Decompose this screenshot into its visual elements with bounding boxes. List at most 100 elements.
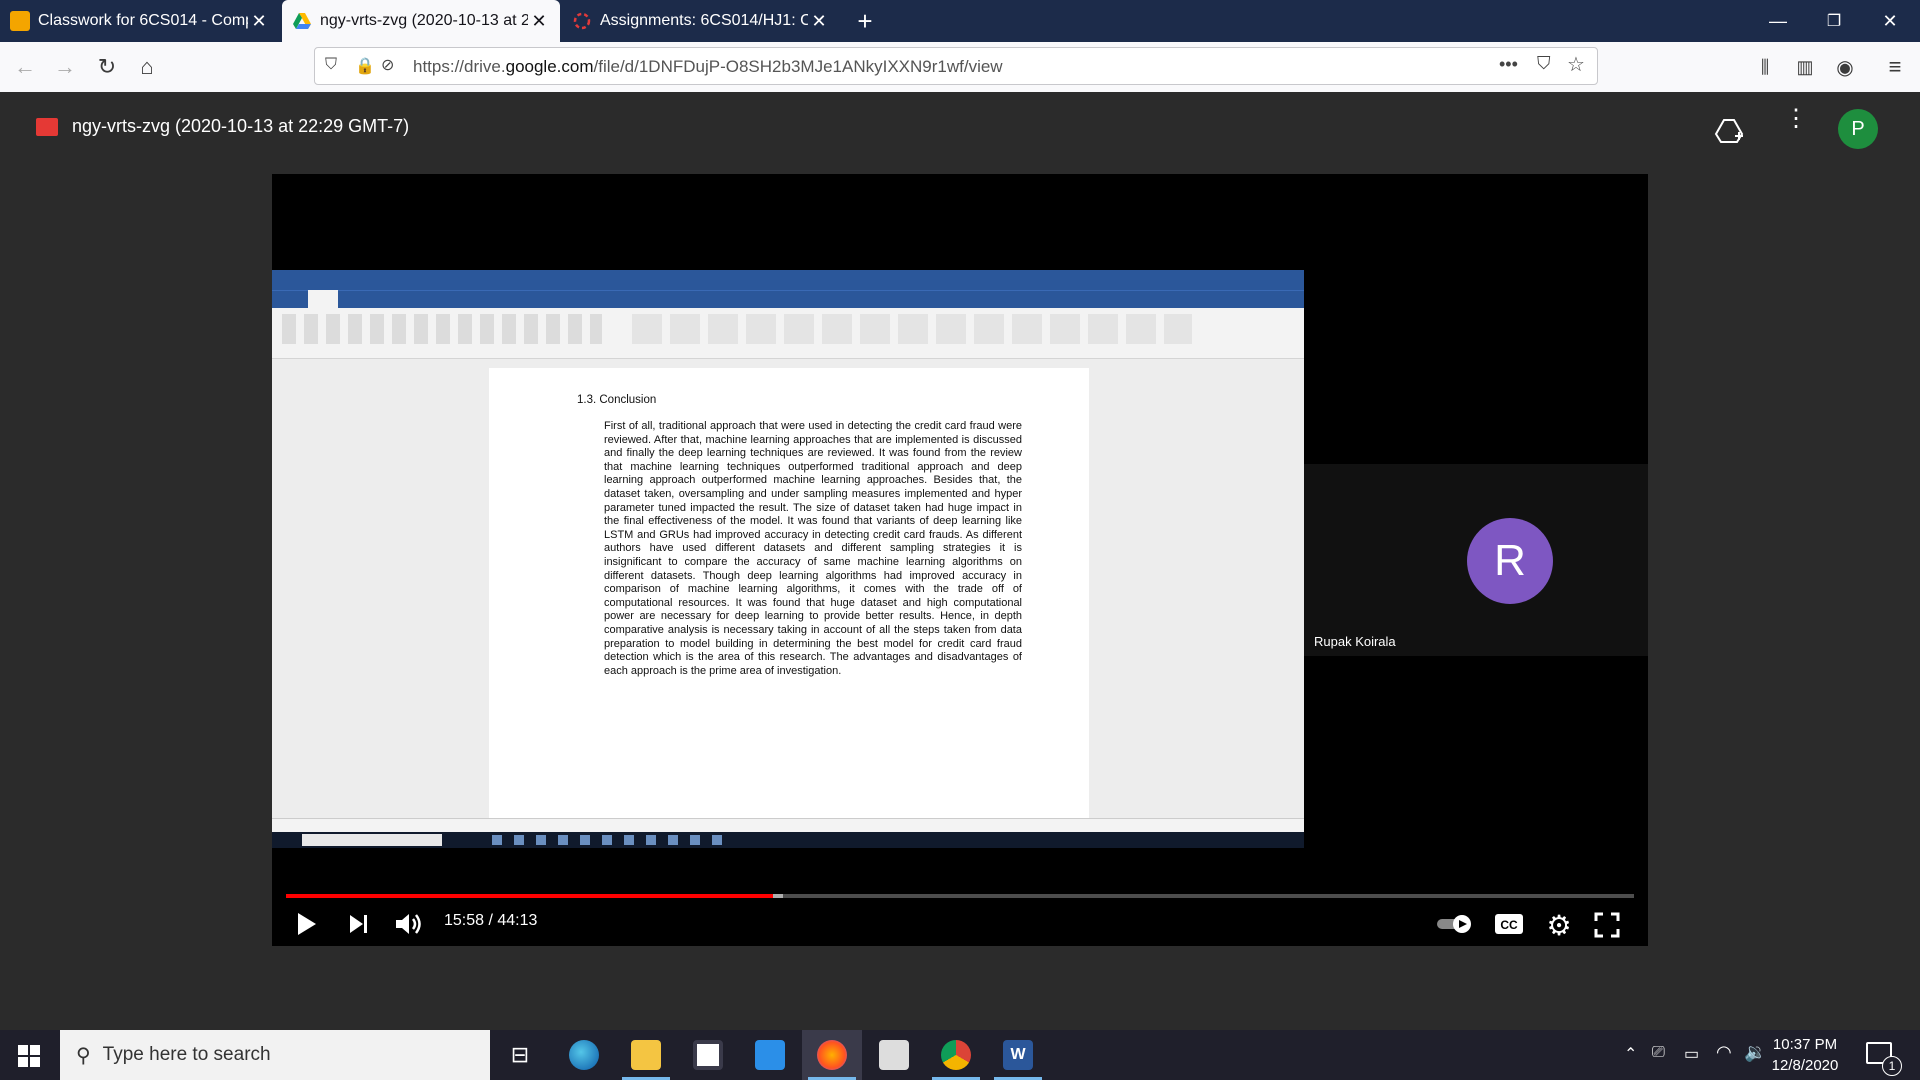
word-status-bar	[272, 818, 1304, 833]
menu-icon[interactable]: ≡	[1878, 50, 1912, 84]
tab-drive-video[interactable]: ngy-vrts-zvg (2020-10-13 at 22 ✕	[282, 0, 560, 42]
captions-icon[interactable]: CC	[1494, 912, 1524, 936]
url-prefix: https://drive.	[413, 57, 506, 76]
taskbar-app-edge[interactable]	[554, 1030, 614, 1080]
fullscreen-icon[interactable]	[1594, 912, 1620, 938]
store-icon	[693, 1040, 723, 1070]
word-document-frame: 1.3. Conclusion First of all, traditiona…	[272, 270, 1304, 848]
navigation-bar: ← → ↻ ⌂ ⛉ 🔒 ⊘ https://drive.google.com/f…	[0, 42, 1920, 93]
participant-avatar: R	[1467, 518, 1553, 604]
autoplay-toggle[interactable]	[1436, 914, 1474, 934]
word-font-controls	[282, 314, 602, 344]
more-options-icon[interactable]: ⋮	[1784, 107, 1808, 131]
close-tab-icon[interactable]: ✕	[528, 11, 550, 32]
page-actions-icon[interactable]: •••	[1499, 54, 1518, 75]
account-icon[interactable]: ◉	[1828, 50, 1862, 84]
url-path: /file/d/1DNFDujP-O8SH2b3MJe1ANkyIXXN9r1w…	[593, 57, 1003, 76]
taskbar-app-word[interactable]: W	[988, 1030, 1048, 1080]
clock-date: 12/8/2020	[1771, 1057, 1839, 1074]
loading-icon	[573, 12, 591, 30]
permissions-icon[interactable]: ⊘	[381, 55, 394, 75]
system-clock[interactable]: 10:37 PM 12/8/2020	[1760, 1030, 1850, 1080]
address-bar[interactable]: ⛉ 🔒 ⊘ https://drive.google.com/file/d/1D…	[314, 47, 1598, 85]
file-title: ngy-vrts-zvg (2020-10-13 at 22:29 GMT-7)	[72, 116, 410, 136]
minimize-icon[interactable]: —	[1750, 0, 1806, 42]
tab-title: Classwork for 6CS014 - Comple	[38, 12, 248, 29]
library-icon[interactable]: ⫼	[1748, 50, 1782, 84]
forward-icon[interactable]: →	[48, 50, 82, 84]
drive-header: ngy-vrts-zvg (2020-10-13 at 22:29 GMT-7)…	[0, 92, 1920, 172]
word-ribbon	[272, 308, 1304, 359]
new-tab-icon[interactable]: +	[848, 0, 882, 42]
recorded-taskbar-apps	[492, 835, 732, 845]
task-view-icon: ⊟	[510, 1042, 530, 1067]
pocket-icon[interactable]: ⛉	[1537, 53, 1551, 74]
recorded-search-box	[302, 834, 442, 846]
edge-icon	[569, 1040, 599, 1070]
tab-classwork[interactable]: Classwork for 6CS014 - Comple ✕	[0, 0, 280, 42]
next-icon[interactable]	[348, 914, 370, 934]
google-drive-icon	[293, 13, 311, 29]
folder-icon	[631, 1040, 661, 1070]
battery-icon[interactable]: ▭	[1684, 1044, 1699, 1064]
volume-icon[interactable]	[394, 911, 424, 937]
windows-taskbar: ⚲ Type here to search ⊟ W ⌃ ⎚ ▭ ◠ 🔉 10:3…	[0, 1030, 1920, 1080]
shield-icon[interactable]: ⛉	[325, 56, 337, 74]
browser-tab-strip: Classwork for 6CS014 - Comple ✕ ngy-vrts…	[0, 0, 1920, 42]
notification-badge: 1	[1882, 1056, 1902, 1076]
firefox-icon	[817, 1040, 847, 1070]
word-styles-gallery	[632, 314, 1192, 344]
sidebar-icon[interactable]: ▥	[1788, 50, 1822, 84]
restore-icon[interactable]: ❐	[1806, 0, 1862, 42]
home-icon[interactable]: ⌂	[130, 50, 164, 84]
taskbar-app-store[interactable]	[678, 1030, 738, 1080]
close-tab-icon[interactable]: ✕	[248, 11, 270, 32]
settings-gear-icon[interactable]: ⚙	[1542, 908, 1576, 942]
close-tab-icon[interactable]: ✕	[808, 11, 830, 32]
document-heading: 1.3. Conclusion	[577, 394, 657, 406]
tab-title: ngy-vrts-zvg (2020-10-13 at 22	[320, 12, 528, 29]
buffer-indicator	[772, 894, 783, 898]
word-menu-tabs	[272, 290, 1304, 309]
taskbar-app-explorer[interactable]	[616, 1030, 676, 1080]
progress-bar[interactable]	[286, 894, 1634, 898]
meet-now-icon[interactable]: ⎚	[1652, 1044, 1665, 1062]
task-view-button[interactable]: ⊟	[490, 1030, 550, 1080]
document-page: 1.3. Conclusion First of all, traditiona…	[489, 368, 1089, 820]
bookmark-star-icon[interactable]: ☆	[1567, 52, 1585, 77]
visual-studio-icon	[879, 1040, 909, 1070]
taskbar-search[interactable]: ⚲ Type here to search	[60, 1030, 490, 1080]
word-home-tab	[308, 290, 338, 308]
tab-title: Assignments: 6CS014/HJ1: Com	[600, 12, 808, 29]
document-body: First of all, traditional approach that …	[604, 420, 1022, 677]
progress-fill	[286, 894, 773, 898]
taskbar-app-vscode[interactable]	[864, 1030, 924, 1080]
participant-name: Rupak Koirala	[1314, 634, 1396, 649]
close-window-icon[interactable]: ✕	[1862, 0, 1918, 42]
back-icon[interactable]: ←	[8, 50, 42, 84]
clock-time: 10:37 PM	[1772, 1036, 1838, 1053]
mail-icon	[755, 1040, 785, 1070]
play-icon[interactable]	[296, 912, 318, 936]
taskbar-app-mail[interactable]	[740, 1030, 800, 1080]
recorded-taskbar	[272, 832, 1304, 848]
taskbar-app-chrome[interactable]	[926, 1030, 986, 1080]
video-player[interactable]: 1.3. Conclusion First of all, traditiona…	[272, 174, 1648, 946]
add-to-drive-icon[interactable]	[1714, 116, 1744, 146]
wifi-icon[interactable]: ◠	[1716, 1042, 1732, 1063]
video-file-icon	[36, 118, 58, 136]
participant-tile: R Rupak Koirala	[1304, 464, 1648, 656]
word-title-ribbon	[272, 270, 1304, 309]
tab-assignments[interactable]: Assignments: 6CS014/HJ1: Com ✕	[562, 0, 840, 42]
lock-icon[interactable]: 🔒	[355, 56, 375, 76]
time-display: 15:58 / 44:13	[444, 912, 538, 929]
url-text[interactable]: https://drive.google.com/file/d/1DNFDujP…	[413, 57, 1003, 77]
reload-icon[interactable]: ↻	[90, 50, 124, 84]
word-icon: W	[1003, 1040, 1033, 1070]
taskbar-app-firefox[interactable]	[802, 1030, 862, 1080]
show-hidden-icons-chevron-icon[interactable]: ⌃	[1624, 1044, 1637, 1064]
search-icon: ⚲	[76, 1044, 91, 1067]
url-domain: google.com	[505, 57, 594, 76]
account-avatar[interactable]: P	[1838, 109, 1878, 149]
windows-start-icon[interactable]	[18, 1045, 40, 1067]
